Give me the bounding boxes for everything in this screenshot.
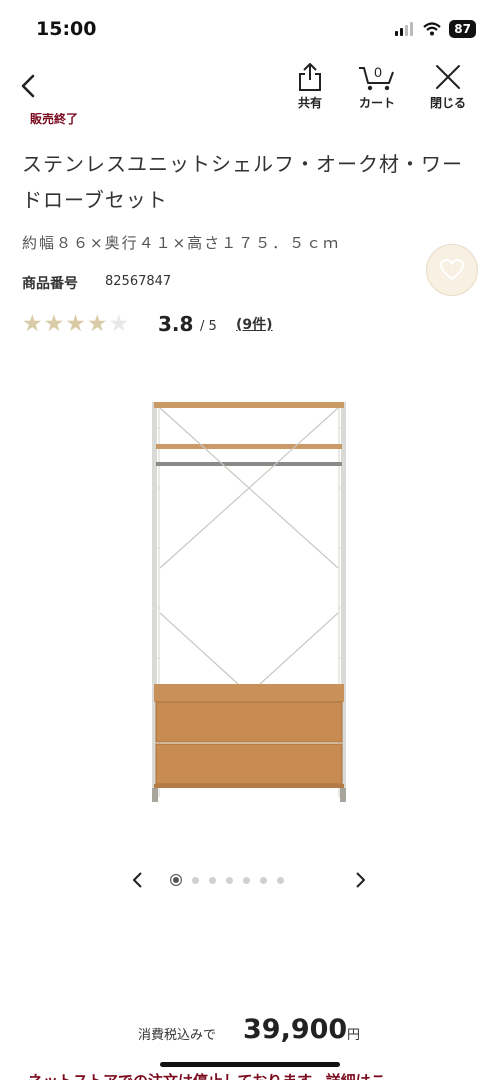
heart-icon xyxy=(439,258,465,281)
carousel-dot[interactable] xyxy=(243,876,250,884)
product-code-label: 商品番号 xyxy=(22,276,78,292)
star-icon: ★ xyxy=(22,311,43,337)
back-button[interactable] xyxy=(14,68,44,104)
star-icon: ★ xyxy=(86,311,108,337)
close-icon xyxy=(436,65,460,89)
close-label: 閉じる xyxy=(429,96,466,110)
chevron-left-icon xyxy=(133,872,142,888)
status-time: 15:00 xyxy=(36,18,97,40)
carousel-dot[interactable] xyxy=(209,876,216,884)
rating-max: / 5 xyxy=(200,319,217,334)
carousel-dots xyxy=(170,874,284,886)
store-notice: ネットストアでの注文は停止しております。詳細はこ xyxy=(28,1068,488,1080)
wifi-icon xyxy=(423,22,442,36)
carousel-dot[interactable] xyxy=(260,876,267,884)
carousel-prev-button[interactable] xyxy=(130,869,146,895)
rating-stars: ★ ★ ★ ★ ★ xyxy=(22,312,129,336)
signal-icon xyxy=(395,22,414,36)
chevron-left-icon xyxy=(21,74,35,98)
product-title: ステンレスユニットシェルフ・オーク材・ワードローブセット xyxy=(22,152,463,212)
star-icon: ★ xyxy=(43,311,65,337)
share-label: 共有 xyxy=(297,96,322,110)
carousel-dot[interactable] xyxy=(277,876,284,884)
product-dimensions: 約幅８６×奥行４１×高さ１７５．５ｃｍ xyxy=(22,234,341,252)
carousel-dot[interactable] xyxy=(226,876,233,884)
close-button[interactable]: 閉じる xyxy=(418,62,478,111)
product-code: 82567847 xyxy=(105,274,172,289)
price-tax-label: 消費税込みで xyxy=(138,1028,217,1043)
price-currency: 円 xyxy=(347,1028,361,1043)
star-empty-icon: ★ xyxy=(108,311,130,337)
share-button[interactable]: 共有 xyxy=(280,62,340,111)
price-value: 39,900 xyxy=(243,1014,348,1045)
carousel-dot-active[interactable] xyxy=(170,874,182,886)
cart-icon: 0 xyxy=(359,64,394,91)
review-count-link[interactable]: (9件) xyxy=(236,314,273,334)
carousel-next-button[interactable] xyxy=(352,869,368,895)
cart-label: カート xyxy=(358,96,395,110)
battery-indicator: 87 xyxy=(449,20,476,38)
chevron-right-icon xyxy=(356,872,365,888)
favorite-button[interactable] xyxy=(426,244,478,296)
star-icon: ★ xyxy=(65,311,86,337)
cart-count: 0 xyxy=(374,64,382,80)
home-indicator[interactable] xyxy=(160,1062,340,1067)
rating-value: 3.8 xyxy=(158,312,194,336)
sold-out-badge: 販売終了 xyxy=(30,113,79,126)
share-icon xyxy=(299,63,321,91)
carousel-dot[interactable] xyxy=(192,876,199,884)
cart-button[interactable]: 0 カート xyxy=(347,62,407,111)
wardrobe-shelf-illustration xyxy=(152,402,346,802)
product-image[interactable] xyxy=(140,398,360,808)
status-icons: 87 xyxy=(395,20,476,38)
